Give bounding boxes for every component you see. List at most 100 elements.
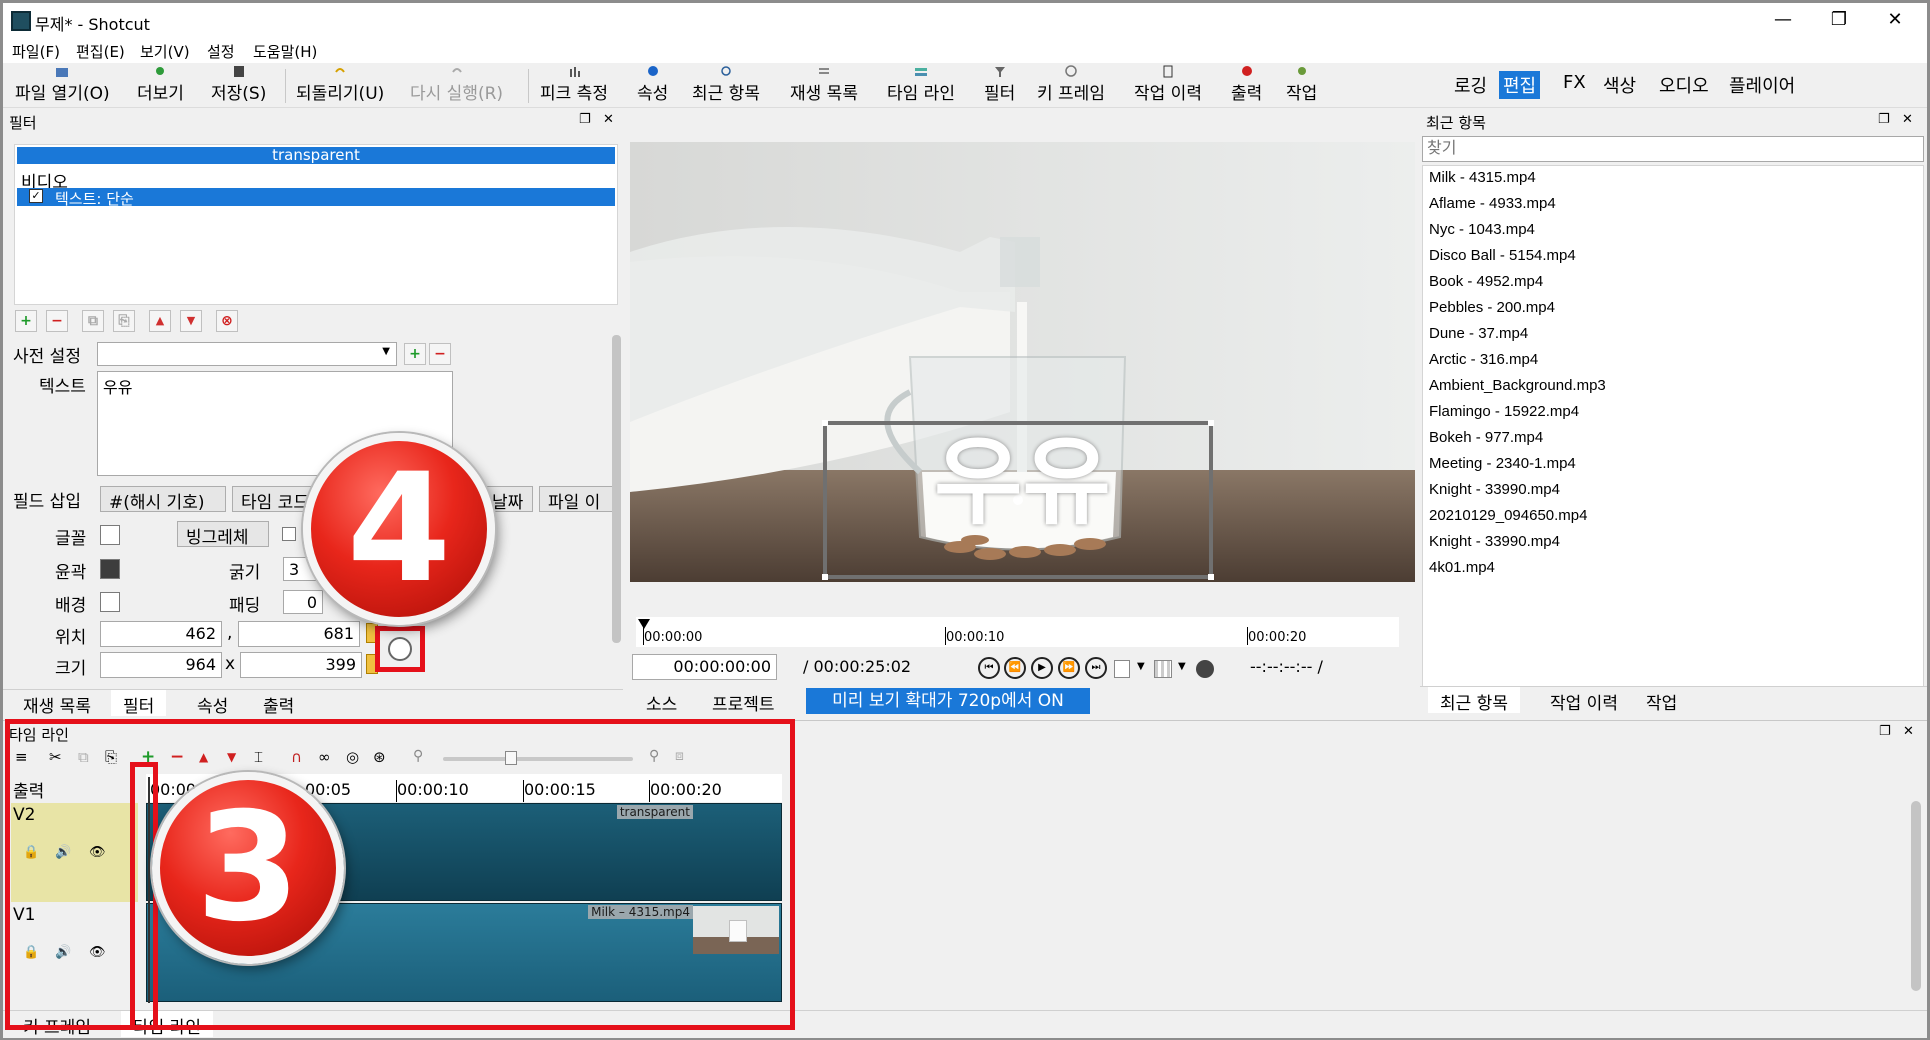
size-height-input[interactable]: 399 xyxy=(240,652,362,678)
delete-preset-button[interactable]: − xyxy=(429,343,451,365)
recent-list-item[interactable]: Meeting - 2340-1.mp4 xyxy=(1423,452,1923,478)
font-button[interactable]: 빙그레체 xyxy=(177,521,269,547)
recent-list-item[interactable]: Knight - 33990.mp4 xyxy=(1423,530,1923,556)
player-ruler[interactable]: 00:00:00 00:00:10 00:00:20 xyxy=(636,617,1399,647)
insert-filename-button[interactable]: 파일 이 xyxy=(539,486,615,512)
playlist-button[interactable]: 재생 목록 xyxy=(790,65,858,104)
size-width-input[interactable]: 964 xyxy=(100,652,222,678)
recent-list-item[interactable]: Book - 4952.mp4 xyxy=(1423,270,1923,296)
layout-audio[interactable]: 오디오 xyxy=(1655,71,1713,99)
chevron-down-icon[interactable]: ▼ xyxy=(1137,661,1145,672)
recent-list-item[interactable]: Disco Ball - 5154.mp4 xyxy=(1423,244,1923,270)
position-y-input[interactable]: 681 xyxy=(238,621,360,647)
recent-list-item[interactable]: Arctic - 316.mp4 xyxy=(1423,348,1923,374)
position-x-input[interactable]: 462 xyxy=(100,621,222,647)
filter-item-text-simple[interactable]: ✓ 텍스트: 단순 xyxy=(17,188,615,208)
recent-list-item[interactable]: 20210129_094650.mp4 xyxy=(1423,504,1923,530)
save-preset-button[interactable]: + xyxy=(404,343,426,365)
properties-button[interactable]: 속성 xyxy=(637,65,668,104)
recent-list-item[interactable]: Milk - 4315.mp4 xyxy=(1423,166,1923,192)
timeline-button[interactable]: 타임 라인 xyxy=(887,65,955,104)
recent-list-item[interactable]: Ambient_Background.mp3 xyxy=(1423,374,1923,400)
remove-filter-button[interactable]: − xyxy=(46,310,68,332)
tab-jobs[interactable]: 작업 xyxy=(1634,687,1689,714)
layout-player[interactable]: 플레이어 xyxy=(1725,71,1799,99)
float-icon[interactable]: ❐ xyxy=(1879,724,1891,739)
layout-logging[interactable]: 로깅 xyxy=(1450,71,1491,99)
copy-filter-button[interactable]: ⧉ xyxy=(82,310,104,332)
layout-editing[interactable]: 편집 xyxy=(1499,71,1541,99)
float-icon[interactable]: ❐ xyxy=(579,112,591,127)
filter-enabled-checkbox[interactable]: ✓ xyxy=(29,189,43,203)
menu-view[interactable]: 보기(V) xyxy=(140,41,190,62)
more-button[interactable]: 더보기 xyxy=(137,65,184,104)
export-button[interactable]: 출력 xyxy=(1231,65,1262,104)
insert-hash-button[interactable]: #(해시 기호) xyxy=(100,486,226,512)
zoom-icon[interactable] xyxy=(1196,660,1214,678)
preview-scaling-notice[interactable]: 미리 보기 확대가 720p에서 ON xyxy=(806,688,1090,714)
restore-button[interactable]: ❐ xyxy=(1811,5,1867,35)
recent-search-input[interactable] xyxy=(1422,136,1924,162)
move-up-button[interactable]: ▲ xyxy=(149,310,171,332)
outline-color-swatch[interactable] xyxy=(100,559,120,579)
menu-settings[interactable]: 설정 xyxy=(207,41,235,62)
padding-spinbox[interactable]: 0 xyxy=(283,590,323,614)
recent-list-item[interactable]: Nyc - 1043.mp4 xyxy=(1423,218,1923,244)
grid-icon[interactable] xyxy=(1154,660,1172,678)
close-icon[interactable]: ✕ xyxy=(603,112,614,127)
text-overlay[interactable]: 우유 xyxy=(630,404,1415,543)
minimize-button[interactable]: — xyxy=(1755,5,1811,35)
menu-file[interactable]: 파일(F) xyxy=(12,41,60,62)
move-down-button[interactable]: ▼ xyxy=(180,310,202,332)
tab-recent[interactable]: 최근 항목 xyxy=(1428,687,1520,714)
keyframe-button[interactable]: 키 프레임 xyxy=(1037,65,1105,104)
video-preview[interactable]: 우유 xyxy=(630,142,1415,582)
tab-filters[interactable]: 필터 xyxy=(111,690,167,717)
recent-list-item[interactable]: 4k01.mp4 xyxy=(1423,556,1923,582)
close-button[interactable]: ✕ xyxy=(1867,5,1923,35)
close-icon[interactable]: ✕ xyxy=(1902,112,1913,127)
tab-source[interactable]: 소스 xyxy=(634,688,689,715)
preset-combo[interactable]: ▼ xyxy=(97,342,397,366)
chevron-down-icon[interactable]: ▼ xyxy=(1178,661,1186,672)
tab-export[interactable]: 출력 xyxy=(251,690,306,717)
timeline-scrollbar[interactable] xyxy=(1911,801,1921,991)
volume-icon[interactable] xyxy=(1114,660,1130,678)
tab-history[interactable]: 작업 이력 xyxy=(1538,687,1630,714)
jobs-button[interactable]: 작업 xyxy=(1286,65,1317,104)
tab-properties[interactable]: 속성 xyxy=(185,690,240,717)
fast-forward-icon[interactable]: ⏩ xyxy=(1058,657,1080,679)
play-icon[interactable]: ▶ xyxy=(1031,657,1053,679)
playhead-marker[interactable] xyxy=(638,619,650,629)
font-color-swatch[interactable] xyxy=(100,525,120,545)
redo-button[interactable]: 다시 실행(R) xyxy=(410,65,503,104)
layout-color[interactable]: 색상 xyxy=(1599,71,1640,99)
menu-help[interactable]: 도움말(H) xyxy=(253,41,317,62)
keyframe-stopwatch-icon[interactable] xyxy=(388,637,412,661)
rewind-icon[interactable]: ⏪ xyxy=(1004,657,1026,679)
recent-list-item[interactable]: Bokeh - 977.mp4 xyxy=(1423,426,1923,452)
deselect-filter-button[interactable]: ⊗ xyxy=(216,310,238,332)
tab-playlist[interactable]: 재생 목록 xyxy=(11,690,103,717)
close-icon[interactable]: ✕ xyxy=(1903,724,1914,739)
menu-edit[interactable]: 편집(E) xyxy=(76,41,125,62)
recent-list-item[interactable]: Flamingo - 15922.mp4 xyxy=(1423,400,1923,426)
filter-scrollbar[interactable] xyxy=(612,335,621,643)
bold-checkbox[interactable] xyxy=(282,527,296,541)
recent-list-item[interactable]: Pebbles - 200.mp4 xyxy=(1423,296,1923,322)
open-file-button[interactable]: 파일 열기(O) xyxy=(15,65,110,104)
background-color-swatch[interactable] xyxy=(100,592,120,612)
save-button[interactable]: 저장(S) xyxy=(211,65,266,104)
paste-filter-button[interactable]: ⎘ xyxy=(113,310,135,332)
float-icon[interactable]: ❐ xyxy=(1878,112,1890,127)
undo-button[interactable]: 되돌리기(U) xyxy=(296,65,384,104)
recent-list-item[interactable]: Dune - 37.mp4 xyxy=(1423,322,1923,348)
recent-list-item[interactable]: Aflame - 4933.mp4 xyxy=(1423,192,1923,218)
add-filter-button[interactable]: + xyxy=(15,310,37,332)
skip-previous-icon[interactable]: ⏮ xyxy=(978,657,1000,679)
timecode-spinbox[interactable]: 00:00:00:00 xyxy=(632,654,777,680)
recent-button[interactable]: 최근 항목 xyxy=(692,65,760,104)
layout-fx[interactable]: FX xyxy=(1559,71,1590,94)
skip-next-icon[interactable]: ⏭ xyxy=(1085,657,1107,679)
filter-button[interactable]: 필터 xyxy=(984,65,1015,104)
